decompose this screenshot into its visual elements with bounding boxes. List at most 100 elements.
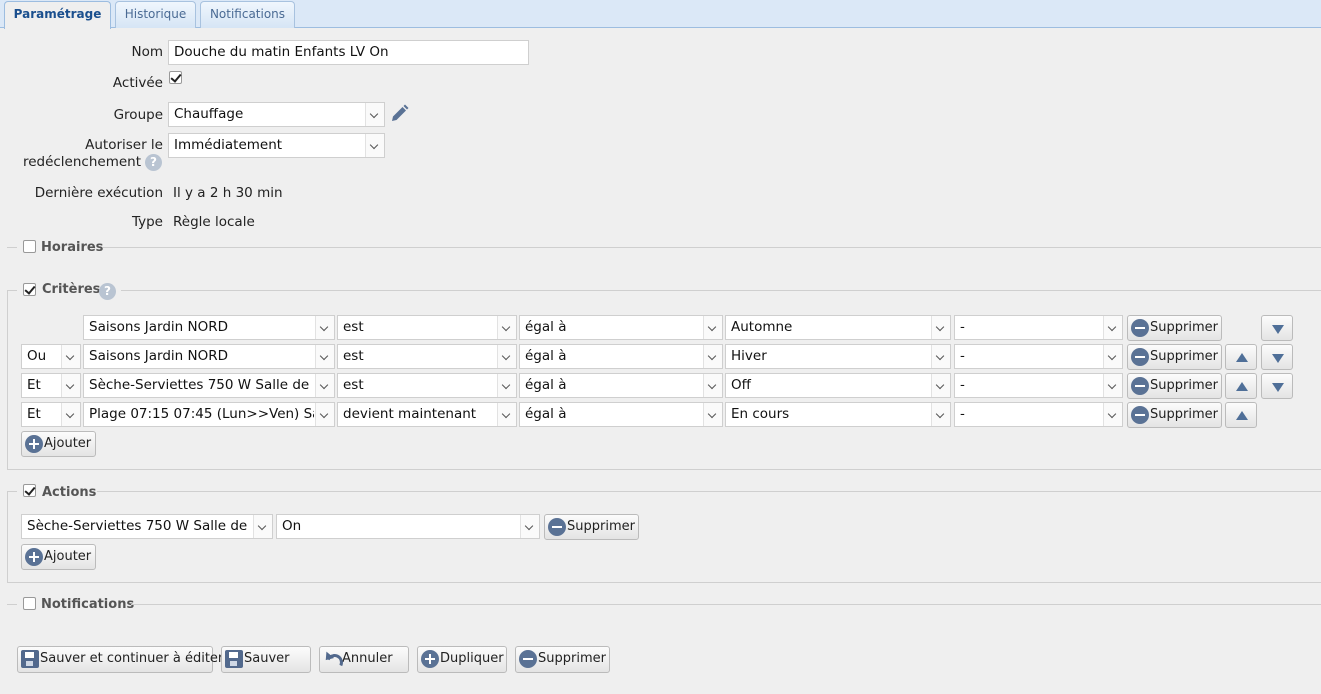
remove-label: Supprimer <box>567 519 635 534</box>
criterion-device-select[interactable]: Saisons Jardin NORD <box>83 344 335 369</box>
divider <box>7 247 17 248</box>
move-up-button[interactable] <box>1225 344 1257 370</box>
criterion-comparison-select[interactable]: égal à <box>519 315 723 340</box>
nom-input[interactable]: Douche du matin Enfants LV On <box>168 40 529 65</box>
move-up-button[interactable] <box>1225 373 1257 399</box>
derniere-execution-label: Dernière exécution <box>34 185 163 201</box>
action-value-text: On <box>282 518 302 534</box>
save-button[interactable]: Sauver <box>221 646 311 673</box>
criterion-remove-button[interactable]: Supprimer <box>1127 373 1222 399</box>
criterion-logic-value: Ou <box>27 348 47 364</box>
move-down-button[interactable] <box>1261 344 1293 370</box>
criterion-device-select[interactable]: Sèche-Serviettes 750 W Salle de Bains <box>83 373 335 398</box>
criterion-operator-select[interactable]: est <box>337 344 517 369</box>
move-up-button[interactable] <box>1225 402 1257 428</box>
criterion-device-select[interactable]: Saisons Jardin NORD <box>83 315 335 340</box>
criterion-operator-select[interactable]: est <box>337 315 517 340</box>
chevron-down-icon <box>315 316 334 339</box>
duplicate-icon <box>421 650 439 668</box>
criterion-operator-select[interactable]: devient maintenant <box>337 402 517 427</box>
criterion-comparison-select[interactable]: égal à <box>519 373 723 398</box>
chevron-down-icon <box>253 515 272 538</box>
chevron-down-icon <box>497 316 516 339</box>
criterion-logic-select[interactable]: Et <box>21 373 81 398</box>
chevron-down-icon <box>365 134 384 157</box>
cancel-button[interactable]: Annuler <box>319 646 409 673</box>
minus-circle-icon <box>519 650 537 668</box>
action-remove-button[interactable]: Supprimer <box>544 514 639 540</box>
minus-circle-icon <box>1131 377 1149 395</box>
move-down-button[interactable] <box>1261 373 1293 399</box>
criterion-device-value: Sèche-Serviettes 750 W Salle de Bains <box>89 377 314 393</box>
criterion-comparison-select[interactable]: égal à <box>519 344 723 369</box>
minus-circle-icon <box>1131 319 1149 337</box>
criterion-value-select[interactable]: En cours <box>725 402 951 427</box>
notifications-legend: Notifications <box>41 597 135 612</box>
chevron-down-icon <box>1103 316 1122 339</box>
criterion-value-select[interactable]: Automne <box>725 315 951 340</box>
tab-historique[interactable]: Historique <box>115 1 196 28</box>
chevron-down-icon <box>931 316 950 339</box>
move-down-button[interactable] <box>1261 315 1293 341</box>
criterion-operator-value: est <box>343 348 364 364</box>
undo-icon <box>323 650 341 668</box>
remove-label: Supprimer <box>1150 407 1218 422</box>
criterion-comparison-value: égal à <box>525 406 567 422</box>
redeclenchement-select[interactable]: Immédiatement <box>168 133 385 158</box>
horaires-checkbox[interactable] <box>23 240 36 253</box>
divider <box>7 604 17 605</box>
criterion-remove-button[interactable]: Supprimer <box>1127 402 1222 428</box>
delete-label: Supprimer <box>538 651 606 666</box>
tab-parametrage[interactable]: Paramétrage <box>4 1 111 29</box>
criterion-extra-value: - <box>960 348 965 364</box>
criterion-comparison-select[interactable]: égal à <box>519 402 723 427</box>
notifications-checkbox[interactable] <box>23 597 36 610</box>
criterion-extra-value: - <box>960 319 965 335</box>
activee-checkbox[interactable] <box>169 71 182 84</box>
help-icon[interactable]: ? <box>145 154 162 171</box>
chevron-down-icon <box>931 403 950 426</box>
delete-button[interactable]: Supprimer <box>515 646 610 673</box>
save-continue-button[interactable]: Sauver et continuer à éditer <box>17 646 223 673</box>
action-device-select[interactable]: Sèche-Serviettes 750 W Salle de Bains <box>21 514 273 539</box>
criterion-operator-value: devient maintenant <box>343 406 477 422</box>
criterion-value-text: En cours <box>731 406 790 422</box>
criterion-logic-select[interactable]: Et <box>21 402 81 427</box>
chevron-down-icon <box>931 345 950 368</box>
criterion-extra-value: - <box>960 406 965 422</box>
chevron-down-icon <box>703 345 722 368</box>
add-criterion-button[interactable]: Ajouter <box>21 431 96 457</box>
pencil-icon[interactable] <box>388 103 410 125</box>
duplicate-button[interactable]: Dupliquer <box>417 646 507 673</box>
autoriser-label-line1: Autoriser le <box>85 137 163 153</box>
criterion-value-select[interactable]: Hiver <box>725 344 951 369</box>
criterion-value-select[interactable]: Off <box>725 373 951 398</box>
add-label: Ajouter <box>44 549 92 564</box>
groupe-select[interactable]: Chauffage <box>168 102 385 127</box>
add-action-button[interactable]: Ajouter <box>21 544 96 570</box>
cancel-label: Annuler <box>342 651 393 666</box>
tab-bar: Paramétrage Historique Notifications <box>0 0 1321 29</box>
criterion-remove-button[interactable]: Supprimer <box>1127 315 1222 341</box>
divider <box>131 604 1321 605</box>
redeclenchement-value: Immédiatement <box>174 137 283 153</box>
criterion-logic-select[interactable]: Ou <box>21 344 81 369</box>
derniere-execution-value: Il y a 2 h 30 min <box>173 185 283 201</box>
tab-notifications[interactable]: Notifications <box>200 1 295 28</box>
criterion-operator-select[interactable]: est <box>337 373 517 398</box>
chevron-down-icon <box>703 316 722 339</box>
chevron-down-icon <box>61 345 80 368</box>
criterion-extra-select[interactable]: - <box>954 315 1123 340</box>
criterion-device-select[interactable]: Plage 07:15 07:45 (Lun>>Ven) Salle <box>83 402 335 427</box>
criterion-extra-select[interactable]: - <box>954 344 1123 369</box>
minus-circle-icon <box>1131 406 1149 424</box>
chevron-down-icon <box>1103 345 1122 368</box>
criterion-extra-select[interactable]: - <box>954 373 1123 398</box>
chevron-down-icon <box>61 374 80 397</box>
criterion-remove-button[interactable]: Supprimer <box>1127 344 1222 370</box>
minus-circle-icon <box>548 518 566 536</box>
remove-label: Supprimer <box>1150 378 1218 393</box>
criterion-logic-value: Et <box>27 377 41 393</box>
action-value-select[interactable]: On <box>276 514 540 539</box>
criterion-extra-select[interactable]: - <box>954 402 1123 427</box>
